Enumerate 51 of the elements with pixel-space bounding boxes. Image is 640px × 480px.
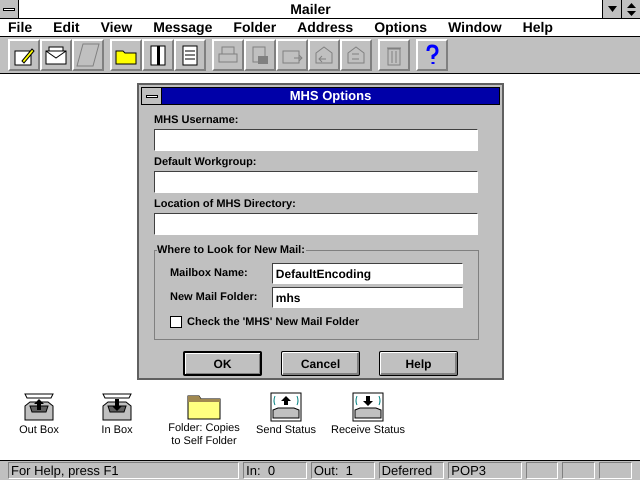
menu-item[interactable]: Folder bbox=[233, 19, 276, 36]
text-field[interactable] bbox=[154, 129, 478, 151]
text-field[interactable] bbox=[154, 171, 478, 193]
dialog-button[interactable]: Cancel bbox=[281, 351, 360, 376]
toolbar-button[interactable] bbox=[174, 39, 206, 71]
system-menu-button[interactable] bbox=[0, 0, 19, 18]
down-arrow-icon bbox=[608, 6, 616, 12]
field-label: Default Workgroup: bbox=[154, 155, 258, 170]
text-field[interactable]: DefaultEncoding bbox=[272, 263, 463, 284]
icon-label[interactable]: In Box bbox=[80, 424, 154, 437]
status-pane: Deferred bbox=[378, 462, 444, 479]
toolbar-button[interactable] bbox=[142, 39, 174, 71]
menu-item[interactable]: View bbox=[100, 19, 132, 36]
dialog-title: MHS Options bbox=[162, 88, 499, 104]
dialog-button[interactable]: OK bbox=[183, 351, 262, 376]
up-down-arrow-icon bbox=[626, 2, 636, 16]
restore-button[interactable] bbox=[621, 0, 640, 18]
menu-item[interactable]: Options bbox=[374, 19, 428, 36]
toolbar-button[interactable] bbox=[40, 39, 72, 71]
field-label: Mailbox Name: bbox=[170, 266, 249, 282]
menu-item[interactable]: Message bbox=[153, 19, 212, 36]
icon-label[interactable]: Send Status bbox=[249, 424, 323, 437]
status-tray-icon bbox=[270, 392, 302, 422]
menu-item[interactable]: File bbox=[8, 19, 32, 36]
tray-icon bbox=[22, 392, 56, 422]
toolbar-button[interactable] bbox=[416, 39, 448, 71]
status-pane: POP3 bbox=[448, 462, 522, 479]
menu-item[interactable]: Address bbox=[297, 19, 354, 36]
toolbar-button[interactable] bbox=[110, 39, 142, 71]
toolbar-button[interactable] bbox=[8, 39, 40, 71]
text-field[interactable] bbox=[154, 213, 478, 235]
menu-item[interactable]: Window bbox=[448, 19, 502, 36]
checkbox[interactable] bbox=[170, 316, 182, 328]
status-tray-icon bbox=[352, 392, 384, 422]
status-pane: For Help, press F1 bbox=[8, 462, 240, 479]
icon-label[interactable]: Receive Status bbox=[331, 424, 405, 437]
status-pane: In: 0 bbox=[243, 462, 307, 479]
field-label: Location of MHS Directory: bbox=[154, 197, 297, 212]
tray-icon bbox=[100, 392, 134, 422]
menu-item[interactable]: Help bbox=[522, 19, 553, 36]
icon-label[interactable]: Out Box bbox=[2, 424, 76, 437]
status-pane: Out: 1 bbox=[310, 462, 375, 479]
menu-item[interactable]: Edit bbox=[53, 19, 80, 36]
icon-label[interactable]: Folder: Copies to Self Folder bbox=[167, 422, 241, 448]
text-field[interactable]: mhs bbox=[272, 287, 463, 308]
field-label: New Mail Folder: bbox=[170, 290, 258, 306]
dialog-button[interactable]: Help bbox=[379, 351, 458, 376]
checkbox-label: Check the 'MHS' New Mail Folder bbox=[187, 315, 360, 330]
minimize-button[interactable] bbox=[602, 0, 621, 18]
field-label: MHS Username: bbox=[154, 113, 240, 128]
window-title: Mailer bbox=[289, 0, 332, 18]
